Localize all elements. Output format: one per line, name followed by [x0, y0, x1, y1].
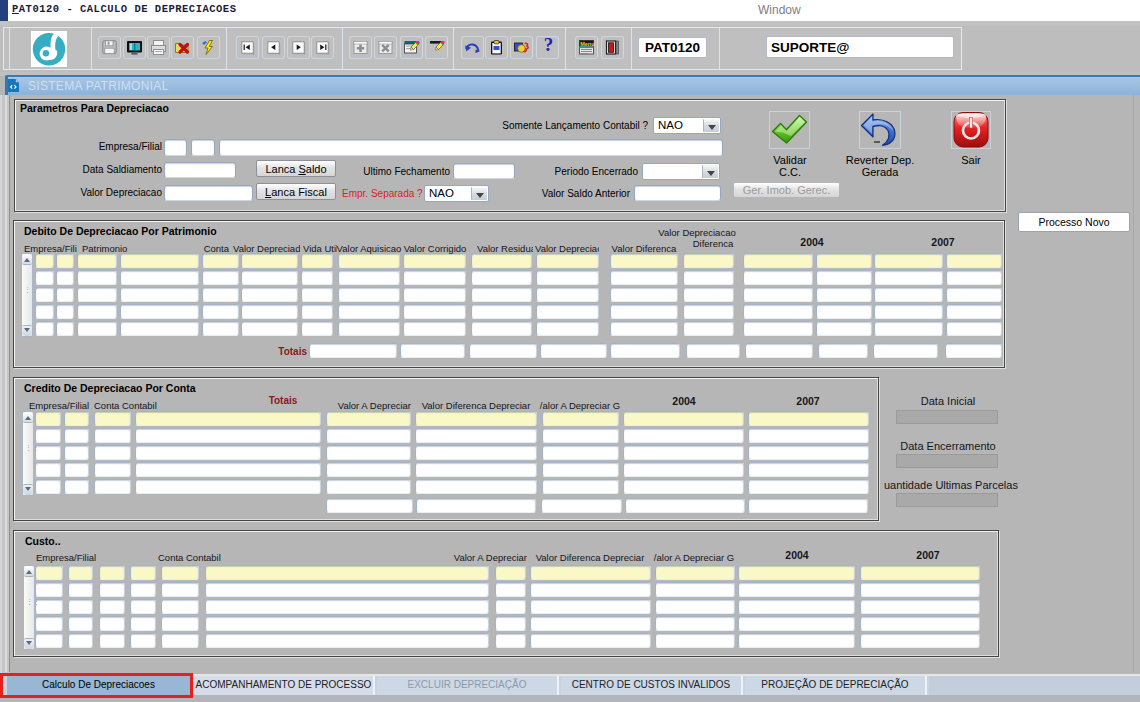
svg-text:Menu: Menu	[580, 41, 594, 47]
